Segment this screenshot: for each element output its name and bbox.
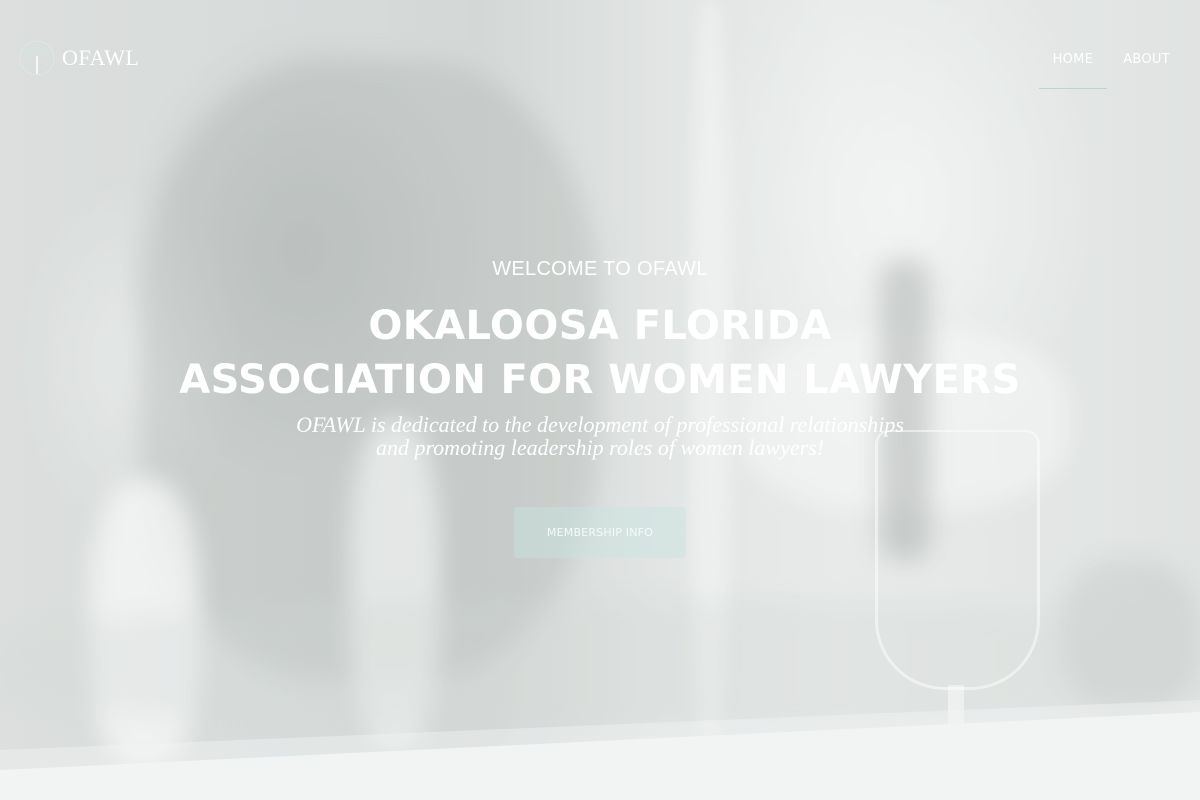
hero-subtitle-line1: OFAWL is dedicated to the development of… (296, 412, 904, 437)
hero-title-line2: ASSOCIATION FOR WOMEN LAWYERS (179, 357, 1021, 403)
hero-title: OKALOOSA FLORIDA ASSOCIATION FOR WOMEN L… (0, 299, 1200, 407)
hero-title-line1: OKALOOSA FLORIDA (368, 303, 832, 349)
hero-subtitle: OFAWL is dedicated to the development of… (0, 413, 1200, 459)
hero-eyebrow: WELCOME TO OFAWL (492, 258, 708, 280)
main-nav: HOME ABOUT (1038, 52, 1170, 89)
section-divider (0, 700, 1200, 800)
membership-info-button[interactable]: MEMBERSHIP INFO (514, 507, 686, 558)
site-logo[interactable]: OFAWL (16, 38, 139, 78)
logo-text: OFAWL (62, 45, 140, 70)
nav-home[interactable]: HOME (1038, 52, 1107, 89)
hero-subtitle-line2: and promoting leadership roles of women … (375, 435, 825, 460)
hero-section: WELCOME TO OFAWL OKALOOSA FLORIDA ASSOCI… (0, 258, 1200, 459)
tree-icon (19, 40, 55, 76)
nav-about[interactable]: ABOUT (1123, 52, 1170, 89)
